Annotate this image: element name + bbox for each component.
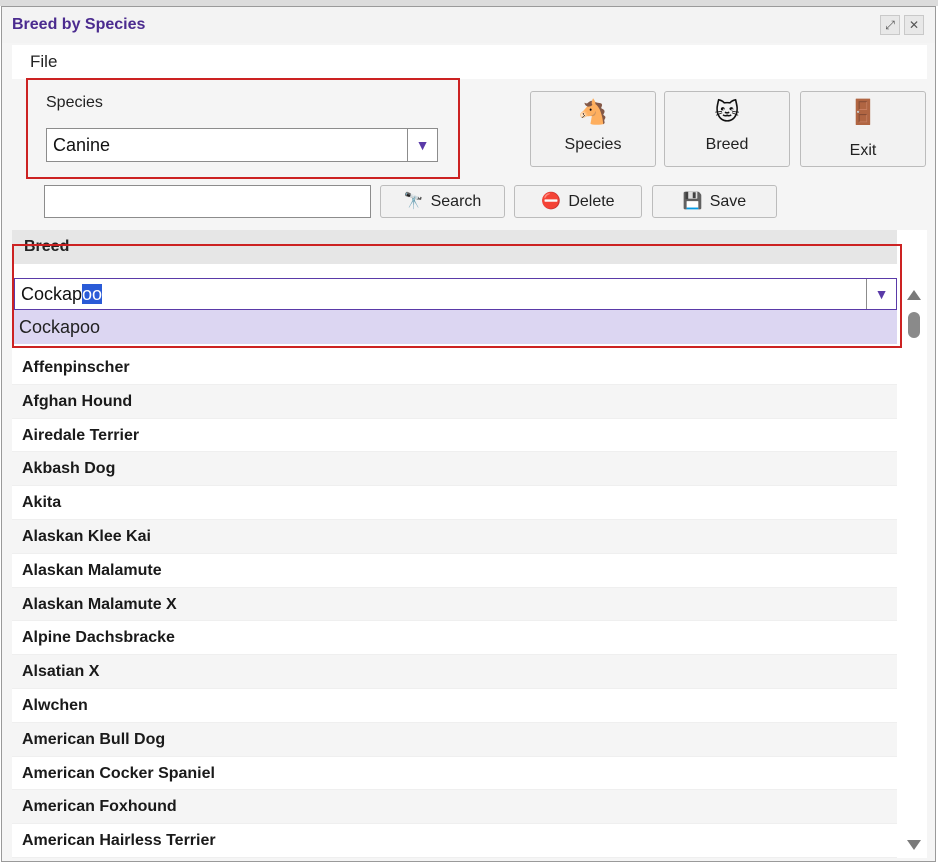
chevron-down-icon[interactable]: ▼ <box>407 129 437 161</box>
breed-grid: Breed Cockapoo ▼ Cockapoo Affenpinscher … <box>12 230 927 858</box>
table-row[interactable]: Alwchen <box>12 689 897 723</box>
breed-button-label: Breed <box>705 136 749 153</box>
breed-suggestion-item[interactable]: Cockapoo <box>14 310 897 344</box>
breed-name: Akbash Dog <box>22 460 116 478</box>
maximize-icon[interactable]: ⤢ <box>880 15 900 35</box>
breed-name: American Hairless Terrier <box>22 832 216 850</box>
horse-icon: 🐴 <box>578 99 608 126</box>
breed-name: Airedale Terrier <box>22 426 140 444</box>
breed-name: Affenpinscher <box>22 359 130 376</box>
search-input[interactable] <box>44 185 371 218</box>
table-row[interactable]: American Foxhound <box>12 790 897 825</box>
breed-name: Akita <box>22 494 62 512</box>
table-row[interactable]: Alaskan Malamute <box>12 554 897 588</box>
breed-rows: Affenpinscher Afghan Hound Airedale Terr… <box>12 351 897 858</box>
grid-header: Breed <box>12 230 897 264</box>
table-row[interactable]: Airedale Terrier <box>12 419 897 453</box>
breed-by-species-window: Breed by Species ⤢ ✕ File Species Canine… <box>1 6 936 862</box>
table-row[interactable]: Affenpinscher <box>12 351 897 385</box>
table-row[interactable]: Akita <box>12 486 897 520</box>
breed-name: Alaskan Klee Kai <box>22 527 151 545</box>
breed-name: Alwchen <box>22 696 88 714</box>
exit-door-icon: 🚪 <box>848 99 878 126</box>
vertical-scrollbar[interactable] <box>903 282 925 858</box>
floppy-disk-icon: 💾 <box>682 192 703 210</box>
window-title: Breed by Species <box>12 16 146 33</box>
save-button-label: Save <box>709 192 747 210</box>
scroll-up-icon[interactable] <box>907 290 921 300</box>
table-row[interactable]: American Bull Dog <box>12 722 897 757</box>
title-bar: Breed by Species ⤢ ✕ <box>2 7 935 43</box>
breed-filter-dropdown[interactable]: Cockapoo ▼ <box>14 278 897 310</box>
breed-name: American Foxhound <box>22 798 177 816</box>
search-button[interactable]: 🔭 Search <box>380 185 505 218</box>
exit-button-label: Exit <box>849 142 877 159</box>
breed-filter-autocomplete: oo <box>82 284 103 304</box>
exit-button[interactable]: 🚪 Exit <box>800 91 926 167</box>
breed-name: Alpine Dachsbracke <box>22 629 175 647</box>
breed-name: American Bull Dog <box>22 730 166 748</box>
cat-icon: 🐱 <box>714 99 740 126</box>
species-button[interactable]: 🐴 Species <box>530 91 656 167</box>
table-row[interactable]: Alsatian X <box>12 655 897 689</box>
table-row[interactable]: Alaskan Malamute X <box>12 587 897 622</box>
save-button[interactable]: 💾 Save <box>652 185 777 218</box>
breed-name: Alaskan Malamute <box>22 561 162 579</box>
breed-filter-value: Cockapoo <box>21 284 103 305</box>
species-label: Species <box>46 94 103 111</box>
table-row[interactable]: Afghan Hound <box>12 384 897 419</box>
table-row[interactable]: American Cocker Spaniel <box>12 757 897 791</box>
breed-name: Alaskan Malamute X <box>22 595 177 613</box>
menu-bar: File <box>12 45 927 79</box>
breed-suggestion-label: Cockapoo <box>19 317 101 337</box>
table-row[interactable]: Alaskan Klee Kai <box>12 519 897 554</box>
delete-button[interactable]: ⛔ Delete <box>514 185 642 218</box>
breed-filter-typed: Cockap <box>21 284 83 304</box>
menu-file[interactable]: File <box>30 52 57 72</box>
breed-name: Afghan Hound <box>22 392 133 410</box>
table-row[interactable]: Alpine Dachsbracke <box>12 621 897 656</box>
table-row[interactable]: American Hairless Terrier <box>12 824 897 858</box>
close-icon[interactable]: ✕ <box>904 15 924 35</box>
breed-button[interactable]: 🐱 Breed <box>664 91 790 167</box>
scroll-down-icon[interactable] <box>907 840 921 850</box>
binoculars-icon: 🔭 <box>403 192 424 210</box>
table-row[interactable]: Akbash Dog <box>12 452 897 487</box>
species-button-label: Species <box>564 136 622 153</box>
breed-name: American Cocker Spaniel <box>22 764 215 782</box>
species-dropdown[interactable]: Canine ▼ <box>46 128 438 162</box>
species-highlight-box: Species Canine ▼ <box>26 78 460 179</box>
chevron-down-icon[interactable]: ▼ <box>866 279 896 309</box>
search-button-label: Search <box>430 192 482 210</box>
species-selected-value: Canine <box>53 135 111 155</box>
delete-icon: ⛔ <box>541 192 562 210</box>
scroll-thumb[interactable] <box>908 312 920 338</box>
delete-button-label: Delete <box>568 192 615 210</box>
breed-column-header[interactable]: Breed <box>24 238 69 256</box>
breed-name: Alsatian X <box>22 663 100 681</box>
